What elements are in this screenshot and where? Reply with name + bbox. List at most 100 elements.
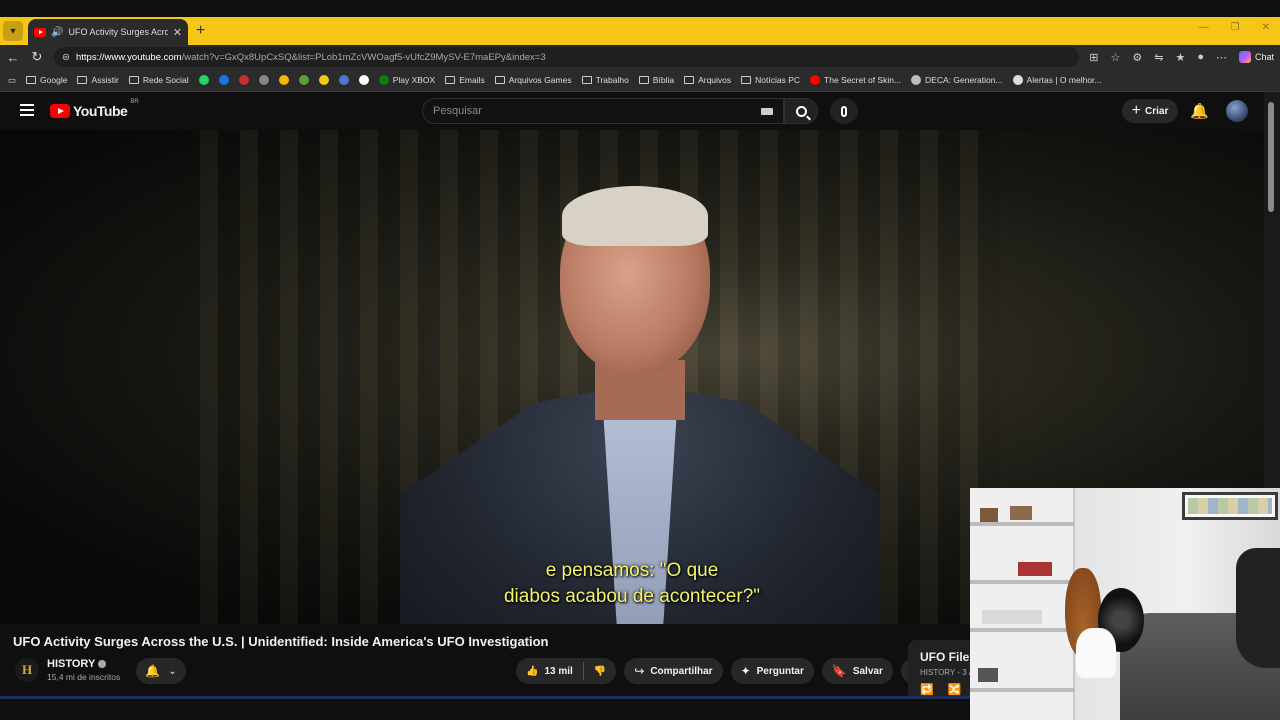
- search-icon: [795, 105, 807, 117]
- youtube-logo[interactable]: YouTube BR: [50, 99, 139, 119]
- bookmarks-bar: ▭ Google Assistir Rede Social Play XBOX …: [0, 69, 1280, 92]
- folder-icon: [581, 76, 592, 84]
- url-path: /watch?v=GxQx8UpCxSQ&list=PLob1mZcVWOagf…: [181, 51, 546, 63]
- avatar[interactable]: [1226, 100, 1248, 122]
- create-label: Criar: [1144, 105, 1169, 117]
- folder-icon: [638, 76, 649, 84]
- bookmark-star-icon[interactable]: [278, 75, 289, 85]
- youtube-wordmark: YouTube: [73, 103, 128, 119]
- folder-icon: [26, 76, 37, 84]
- bookmark-assistir[interactable]: Assistir: [77, 75, 119, 85]
- tab-youtube[interactable]: 🔊 UFO Activity Surges Across th ✕: [28, 19, 188, 45]
- bookmark-trabalho[interactable]: Trabalho: [581, 75, 629, 85]
- copilot-chat-button[interactable]: Chat: [1238, 51, 1274, 63]
- subscription-bell-button[interactable]: 🔔 ⌄: [136, 658, 186, 684]
- globe-icon: [911, 75, 922, 85]
- like-button[interactable]: 👍 13 mil: [516, 666, 583, 677]
- bookmark-s-icon[interactable]: [358, 75, 369, 85]
- channel-avatar[interactable]: H: [15, 658, 39, 682]
- chevron-down-icon: ⌄: [168, 665, 177, 677]
- bookmark-deca[interactable]: DECA: Generation...: [911, 75, 1003, 85]
- tab-title: UFO Activity Surges Across th: [68, 27, 168, 37]
- folder-icon: [494, 76, 505, 84]
- channel-name[interactable]: HISTORY: [47, 658, 95, 670]
- profile-icon[interactable]: ●: [1197, 51, 1204, 63]
- save-label: Salvar: [852, 665, 883, 677]
- bookmark-red-icon[interactable]: [238, 75, 249, 85]
- toolbar-icons: ⊞ ☆ ⚙ ⇋ ★ ● ⋯ Chat: [1089, 51, 1274, 64]
- loop-icon[interactable]: 🔁: [920, 683, 934, 696]
- bookmark-emails[interactable]: Emails: [445, 75, 485, 85]
- back-icon[interactable]: ←: [6, 50, 20, 65]
- more-menu-icon[interactable]: ⋯: [1216, 51, 1227, 64]
- tab-bar-icon[interactable]: ▭: [8, 75, 16, 86]
- thumbs-up-icon: 👍: [526, 665, 539, 677]
- hamburger-menu-icon[interactable]: [20, 104, 34, 116]
- copilot-icon: [1238, 51, 1251, 63]
- extensions-icon[interactable]: ⚙: [1132, 51, 1142, 64]
- folder-icon: [128, 76, 139, 84]
- folder-icon: [77, 76, 88, 84]
- new-tab-icon[interactable]: +: [196, 22, 205, 40]
- dislike-button[interactable]: 👎: [584, 666, 616, 677]
- sparkle-icon: ✦: [740, 664, 751, 678]
- youtube-favicon-icon: [34, 27, 46, 37]
- address-bar[interactable]: ⊜ https://www.youtube.com/watch?v=GxQx8U…: [54, 47, 1080, 67]
- bookmark-google[interactable]: Google: [26, 75, 67, 85]
- share-label: Compartilhar: [650, 665, 713, 677]
- minimize-icon[interactable]: —: [1199, 22, 1209, 33]
- folder-icon: [445, 76, 456, 84]
- masthead: YouTube BR Pesquisar + Criar 🔔: [0, 92, 1264, 130]
- search-button[interactable]: [784, 98, 818, 124]
- reload-icon[interactable]: ↻: [30, 49, 44, 65]
- site-info-icon[interactable]: ⊜: [62, 52, 70, 63]
- tab-actions-menu-icon[interactable]: ▾: [3, 21, 23, 41]
- bookmark-secret-of-skin[interactable]: The Secret of Skin...: [810, 75, 901, 85]
- shuffle-icon[interactable]: 🔀: [948, 683, 962, 696]
- bookmark-rede-social[interactable]: Rede Social: [128, 75, 189, 85]
- whatsapp-icon[interactable]: [198, 75, 209, 85]
- bookmark-arquivos[interactable]: Arquivos: [684, 75, 731, 85]
- keyboard-icon[interactable]: [761, 107, 773, 115]
- subscriber-count: 15,4 mi de inscritos: [47, 672, 121, 682]
- voice-search-button[interactable]: [830, 98, 858, 124]
- bookmark-green-icon[interactable]: [298, 75, 309, 85]
- bell-icon: 🔔: [145, 664, 161, 678]
- share-button[interactable]: ↪ Compartilhar: [624, 658, 723, 684]
- notifications-bell-icon[interactable]: 🔔: [1190, 102, 1209, 120]
- youtube-play-icon: [50, 104, 70, 118]
- save-button[interactable]: 🔖 Salvar: [821, 658, 893, 684]
- create-button[interactable]: + Criar: [1122, 99, 1178, 123]
- speaker-icon[interactable]: 🔊: [51, 27, 63, 38]
- like-dislike-group: 👍 13 mil 👎: [516, 658, 617, 684]
- favorite-star-icon[interactable]: ☆: [1110, 51, 1120, 64]
- bookmark-biblia[interactable]: Bíblia: [638, 75, 674, 85]
- tab-strip: ▾ 🔊 UFO Activity Surges Across th ✕ + — …: [0, 17, 1280, 45]
- favorites-icon[interactable]: ★: [1175, 51, 1185, 64]
- close-window-icon[interactable]: ✕: [1262, 22, 1270, 33]
- bookmark-blue-icon[interactable]: [218, 75, 229, 85]
- bookmark-arquivos-games[interactable]: Arquivos Games: [494, 75, 572, 85]
- scrollbar-thumb[interactable]: [1268, 102, 1274, 212]
- wall-frame: [1182, 492, 1278, 520]
- search-input[interactable]: Pesquisar: [422, 98, 784, 124]
- share-icon: ↪: [634, 664, 645, 678]
- bookmark-chart-icon[interactable]: [338, 75, 349, 85]
- split-screen-icon[interactable]: ⇋: [1154, 51, 1163, 64]
- ask-button[interactable]: ✦ Perguntar: [730, 658, 814, 684]
- restore-icon[interactable]: ❐: [1231, 22, 1240, 33]
- bookmark-yellow-icon[interactable]: [318, 75, 329, 85]
- browser-window: ▾ 🔊 UFO Activity Surges Across th ✕ + — …: [0, 0, 1280, 720]
- bookshelf: [970, 488, 1075, 720]
- bookmark-noticias-pc[interactable]: Notícias PC: [741, 75, 800, 85]
- channel-info: H HISTORY 15,4 mi de inscritos: [15, 658, 120, 682]
- app-available-icon[interactable]: ⊞: [1089, 51, 1098, 64]
- bookmark-play-xbox[interactable]: Play XBOX: [378, 75, 435, 85]
- close-tab-icon[interactable]: ✕: [173, 26, 182, 39]
- bookmark-alertas[interactable]: Alertas | O melhor...: [1012, 75, 1102, 85]
- verified-icon: [98, 660, 107, 669]
- plus-icon: +: [1131, 102, 1141, 119]
- bookmark-gray-icon[interactable]: [258, 75, 269, 85]
- like-count: 13 mil: [544, 665, 573, 677]
- xbox-icon: [378, 75, 389, 85]
